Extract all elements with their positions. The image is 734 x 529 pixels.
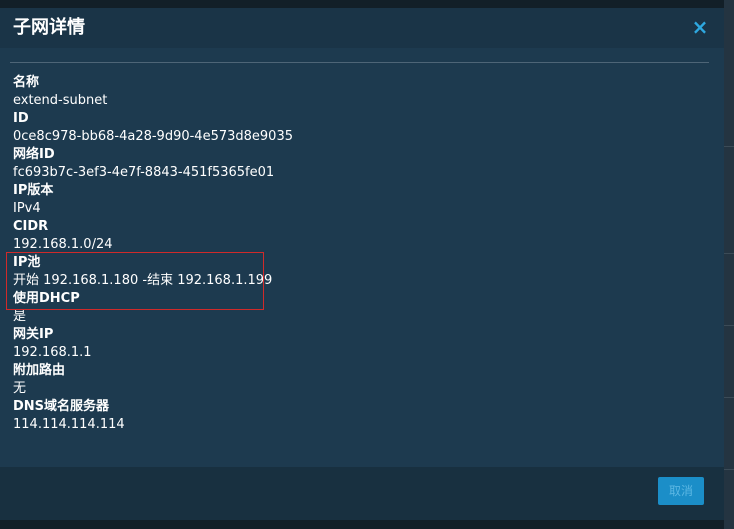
dialog-title: 子网详情 (13, 17, 85, 38)
field-label-name: 名称 (13, 75, 40, 90)
field-value-dns-servers: 114.114.114.114 (13, 417, 125, 432)
field-label-dns-servers: DNS域名服务器 (13, 399, 110, 414)
field-value-network-id: fc693b7c-3ef3-4e7f-8843-451f5365fe01 (13, 165, 275, 180)
header-divider (10, 62, 709, 63)
field-value-extra-routes: 无 (13, 381, 27, 396)
background-divider (724, 469, 734, 470)
close-icon[interactable]: × (690, 16, 710, 38)
background-divider (724, 253, 734, 254)
field-label-network-id: 网络ID (13, 147, 55, 162)
dialog-header: 子网详情 × (0, 8, 724, 48)
annotation-highlight-box (6, 252, 264, 310)
field-label-extra-routes: 附加路由 (13, 363, 66, 378)
field-value-id: 0ce8c978-bb68-4a28-9d90-4e573d8e9035 (13, 129, 293, 144)
field-value-dhcp: 是 (13, 309, 27, 324)
dialog-footer (0, 467, 724, 520)
subnet-detail-dialog: 子网详情 × 名称 extend-subnet ID 0ce8c978-bb68… (0, 8, 724, 520)
field-label-id: ID (13, 111, 29, 126)
field-label-gateway-ip: 网关IP (13, 327, 54, 342)
background-divider (724, 397, 734, 398)
cancel-button[interactable]: 取消 (658, 477, 704, 505)
background-panel-edge (724, 0, 734, 529)
field-value-ip-version: IPv4 (13, 201, 41, 216)
background-divider (724, 325, 734, 326)
background-divider (724, 146, 734, 147)
field-value-name: extend-subnet (13, 93, 108, 108)
field-value-gateway-ip: 192.168.1.1 (13, 345, 92, 360)
field-label-ip-version: IP版本 (13, 183, 54, 198)
field-label-cidr: CIDR (13, 219, 49, 234)
